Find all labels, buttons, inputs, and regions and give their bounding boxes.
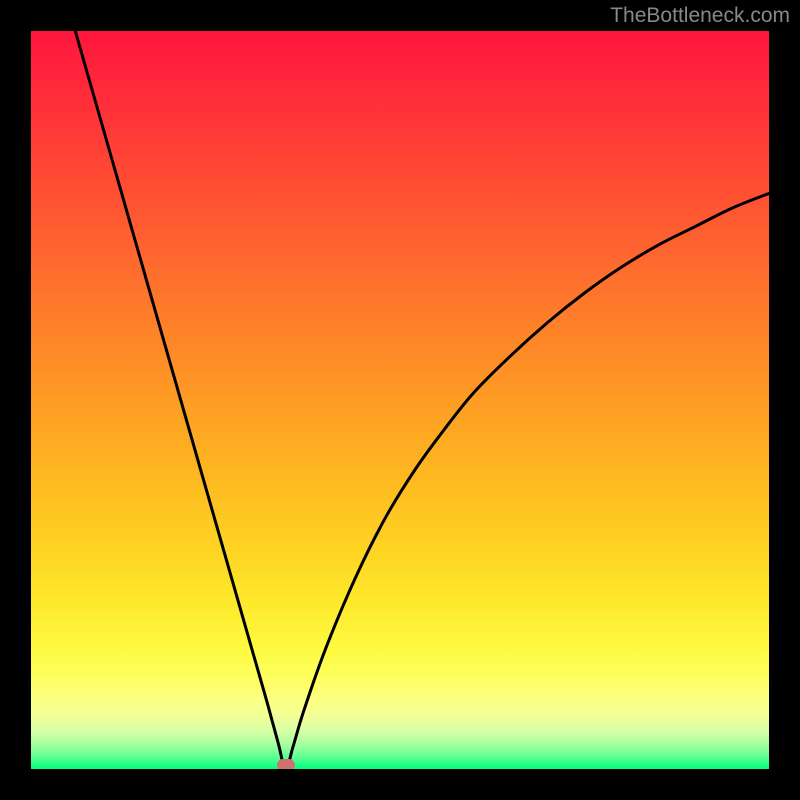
plot-svg (31, 31, 769, 769)
chart-frame: TheBottleneck.com (0, 0, 800, 800)
gradient-background (31, 31, 769, 769)
watermark-text: TheBottleneck.com (610, 4, 790, 28)
plot-area (31, 31, 769, 769)
optimal-point-marker (277, 759, 295, 769)
